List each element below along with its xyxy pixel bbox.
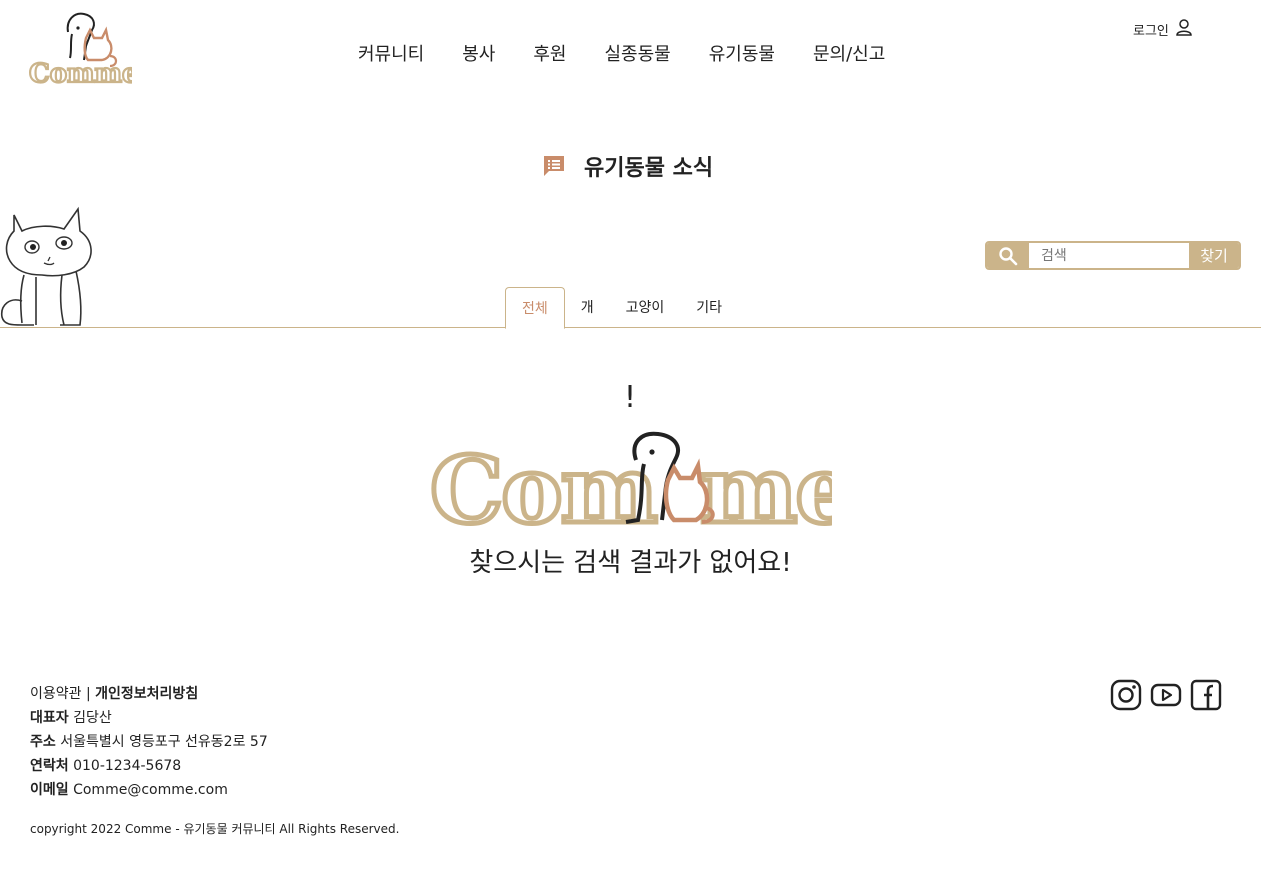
nav-item-volunteer[interactable]: 봉사 xyxy=(462,40,495,66)
rep-label: 대표자 xyxy=(30,710,69,726)
message-list-icon xyxy=(542,154,566,178)
terms-link[interactable]: 이용약관 xyxy=(30,686,82,702)
nav-item-missing-animals[interactable]: 실종동물 xyxy=(605,40,671,66)
footer-rep-row: 대표자 김당산 xyxy=(30,706,268,730)
instagram-icon[interactable] xyxy=(1110,679,1142,711)
footer-links-row: 이용약관 | 개인정보처리방침 xyxy=(30,682,268,706)
rep-value: 김당산 xyxy=(73,710,112,726)
email-label: 이메일 xyxy=(30,782,69,798)
privacy-link[interactable]: 개인정보처리방침 xyxy=(95,686,198,702)
copyright-text: copyright 2022 Comme - 유기동물 커뮤니티 All Rig… xyxy=(30,822,400,836)
search-input[interactable] xyxy=(1029,243,1189,268)
search-bar: 찾기 xyxy=(985,241,1241,270)
page-title-text: 유기동물 소식 xyxy=(584,156,714,181)
logo-wordmark: Comme xyxy=(29,59,132,88)
email-value: Comme@comme.com xyxy=(73,782,228,798)
user-icon[interactable] xyxy=(1175,18,1193,40)
footer-separator: | xyxy=(85,686,91,702)
empty-state-logo: Com me xyxy=(428,430,856,547)
address-label: 주소 xyxy=(30,734,56,750)
contact-value: 010-1234-5678 xyxy=(73,758,182,774)
search-icon[interactable] xyxy=(987,243,1029,268)
footer-contact-row: 연락처 010-1234-5678 xyxy=(30,754,268,778)
footer-info: 이용약관 | 개인정보처리방침 대표자 김당산 주소 서울특별시 영등포구 선유… xyxy=(30,682,268,802)
tab-cat[interactable]: 고양이 xyxy=(610,286,681,328)
main-nav: 커뮤니티 봉사 후원 실종동물 유기동물 문의/신고 xyxy=(358,40,923,66)
nav-item-community[interactable]: 커뮤니티 xyxy=(358,40,424,66)
nav-item-donate[interactable]: 후원 xyxy=(533,40,566,66)
footer-address-row: 주소 서울특별시 영등포구 선유동2로 57 xyxy=(30,730,268,754)
facebook-icon[interactable] xyxy=(1190,679,1222,711)
page-title: 유기동물 소식 xyxy=(542,150,713,182)
contact-label: 연락처 xyxy=(30,758,69,774)
cat-illustration xyxy=(0,205,96,329)
empty-result-message: 찾으시는 검색 결과가 없어요! xyxy=(469,548,792,578)
site-logo[interactable]: Comme xyxy=(28,10,140,90)
exclamation-mark: ! xyxy=(624,380,637,415)
footer-email-row: 이메일 Comme@comme.com xyxy=(30,778,268,802)
search-button[interactable]: 찾기 xyxy=(1189,243,1239,268)
category-tabs: 전체 개 고양이 기타 xyxy=(505,286,738,329)
empty-logo-wordmark: Com xyxy=(430,436,657,530)
social-links xyxy=(1110,679,1222,711)
youtube-icon[interactable] xyxy=(1150,679,1182,711)
login-label[interactable]: 로그인 xyxy=(1133,20,1169,39)
nav-item-inquiry-report[interactable]: 문의/신고 xyxy=(813,40,885,66)
address-value: 서울특별시 영등포구 선유동2로 57 xyxy=(60,734,268,750)
tab-all[interactable]: 전체 xyxy=(505,287,565,329)
nav-item-abandoned-animals[interactable]: 유기동물 xyxy=(709,40,775,66)
login-link[interactable]: 로그인 xyxy=(1133,18,1193,40)
tab-other[interactable]: 기타 xyxy=(680,286,738,328)
tab-dog[interactable]: 개 xyxy=(565,286,610,328)
empty-logo-wordmark-end: me xyxy=(700,436,832,530)
